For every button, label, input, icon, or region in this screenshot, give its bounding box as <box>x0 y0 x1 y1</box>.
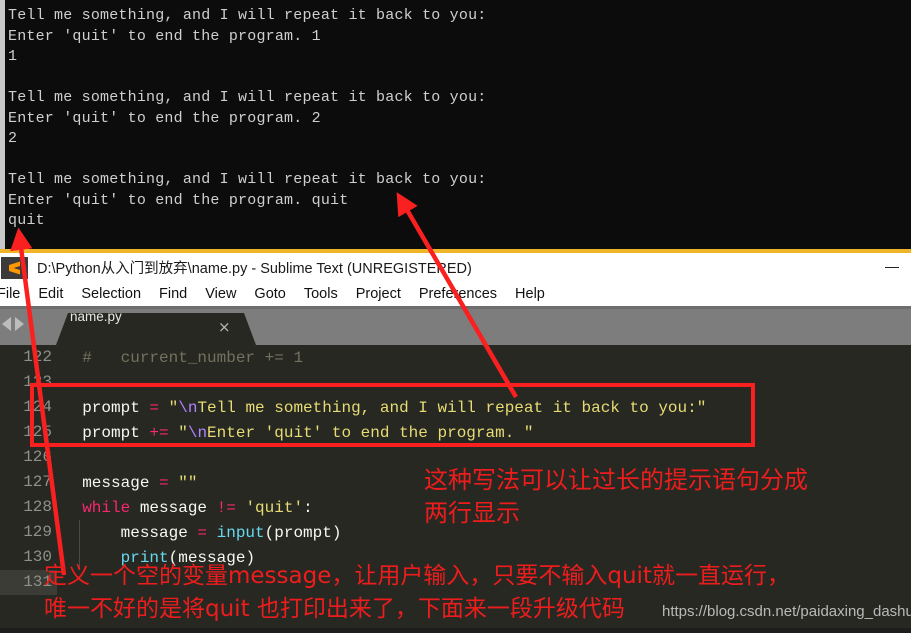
token: = <box>159 473 179 492</box>
menu-item-help[interactable]: Help <box>506 286 554 302</box>
title-bar: D:\Python从入门到放弃\name.py - Sublime Text (… <box>0 253 911 282</box>
token: != <box>216 498 246 517</box>
code-text: prompt = "\nTell me something, and I wil… <box>57 399 706 417</box>
menu-item-goto[interactable]: Goto <box>245 286 294 302</box>
code-line-131[interactable]: 131 <box>0 570 911 595</box>
line-number: 126 <box>23 448 52 466</box>
tab-scroll-arrows[interactable] <box>2 317 24 331</box>
console-line: Enter 'quit' to end the program. quit <box>8 191 349 209</box>
code-editor[interactable]: 122 # current_number += 1 123 124 prompt =… <box>0 345 911 628</box>
tab-close-icon[interactable]: × <box>218 318 231 336</box>
code-text: prompt += "\nEnter 'quit' to end the pro… <box>57 423 534 442</box>
chevron-left-icon[interactable] <box>2 317 11 331</box>
token: \n <box>178 398 198 417</box>
console-window[interactable]: Tell me something, and I will repeat it … <box>0 0 911 249</box>
menu-item-view[interactable]: View <box>196 286 245 302</box>
console-line: Tell me something, and I will repeat it … <box>8 171 487 188</box>
token: \n <box>187 423 208 442</box>
token: = <box>149 398 169 417</box>
token: message <box>63 523 198 542</box>
code-line-129[interactable]: 129 message = input(prompt) <box>0 520 911 545</box>
token: Tell me something, and I will repeat it … <box>197 398 707 417</box>
code-line-124[interactable]: 124 prompt = "\nTell me something, and I… <box>0 395 911 420</box>
line-number: 129 <box>23 523 52 541</box>
token: prompt <box>63 398 150 417</box>
menu-item-tools[interactable]: Tools <box>295 286 347 302</box>
code-line-126[interactable]: 126 <box>0 445 911 470</box>
indent-guide <box>79 520 80 545</box>
console-line: quit <box>8 212 45 229</box>
token: print <box>120 548 169 567</box>
token: 'quit' <box>245 498 304 517</box>
console-line: 2 <box>8 130 18 147</box>
console-line: 1 <box>8 48 18 65</box>
token: " <box>178 423 188 442</box>
code-line-122[interactable]: 122 # current_number += 1 <box>0 345 911 370</box>
line-number: 122 <box>23 348 52 366</box>
indent-guide <box>79 545 80 570</box>
token: input <box>216 523 265 542</box>
line-number: 125 <box>23 423 52 441</box>
line-number: 131 <box>0 570 57 595</box>
code-line-125[interactable]: 125 prompt += "\nEnter 'quit' to end the… <box>0 420 911 445</box>
console-line: Tell me something, and I will repeat it … <box>8 89 487 106</box>
code-text: print(message) <box>57 549 255 567</box>
console-line: Tell me something, and I will repeat it … <box>8 7 487 24</box>
tab-label: name.py <box>70 309 122 324</box>
console-output-text: Tell me something, and I will repeat it … <box>5 0 911 232</box>
chevron-right-icon[interactable] <box>15 317 24 331</box>
code-line-123[interactable]: 123 <box>0 370 911 395</box>
token: prompt <box>63 423 150 442</box>
menu-item-project[interactable]: Project <box>347 286 410 302</box>
code-line-130[interactable]: 130 print(message) <box>0 545 911 570</box>
code-text: while message != 'quit': <box>57 498 313 517</box>
code-text: # current_number += 1 <box>57 349 303 367</box>
window-title: D:\Python从入门到放弃\name.py - Sublime Text (… <box>37 261 472 277</box>
tab-bar[interactable]: name.py × <box>0 309 911 345</box>
token: : <box>303 498 313 517</box>
menu-item-find[interactable]: Find <box>150 286 196 302</box>
minimize-button[interactable] <box>877 253 907 282</box>
token: (prompt) <box>264 523 342 542</box>
menu-item-file[interactable]: File <box>0 286 29 302</box>
token: message <box>130 498 217 517</box>
line-number: 123 <box>23 373 52 391</box>
token: (message) <box>168 548 256 567</box>
token: += <box>149 423 179 442</box>
line-number: 128 <box>23 498 52 516</box>
line-number: 124 <box>23 398 52 416</box>
code-text: message = "" <box>57 474 197 492</box>
sublime-text-window[interactable]: D:\Python从入门到放弃\name.py - Sublime Text (… <box>0 253 911 628</box>
console-line: Enter 'quit' to end the program. 1 <box>8 27 321 45</box>
menu-bar[interactable]: File Edit Selection Find View Goto Tools Projec… <box>0 282 911 309</box>
code-text: message = input(prompt) <box>57 523 342 542</box>
line-number: 127 <box>23 473 52 491</box>
code-line-128[interactable]: 128 while message != 'quit': <box>0 495 911 520</box>
token: # current_number += 1 <box>63 348 304 367</box>
token: "" <box>178 473 198 492</box>
menu-item-preferences[interactable]: Preferences <box>410 286 506 302</box>
code-line-127[interactable]: 127 message = "" <box>0 470 911 495</box>
token: while <box>82 498 131 517</box>
console-line: Enter 'quit' to end the program. 2 <box>8 109 321 127</box>
token: " <box>168 398 179 417</box>
token: = <box>197 523 217 542</box>
token: message <box>63 473 160 492</box>
line-number: 130 <box>23 548 52 566</box>
menu-item-edit[interactable]: Edit <box>29 286 72 302</box>
token: Enter 'quit' to end the program. " <box>207 423 534 442</box>
menu-item-selection[interactable]: Selection <box>72 286 150 302</box>
minimize-icon <box>885 266 899 269</box>
sublime-text-logo-icon <box>1 256 28 279</box>
